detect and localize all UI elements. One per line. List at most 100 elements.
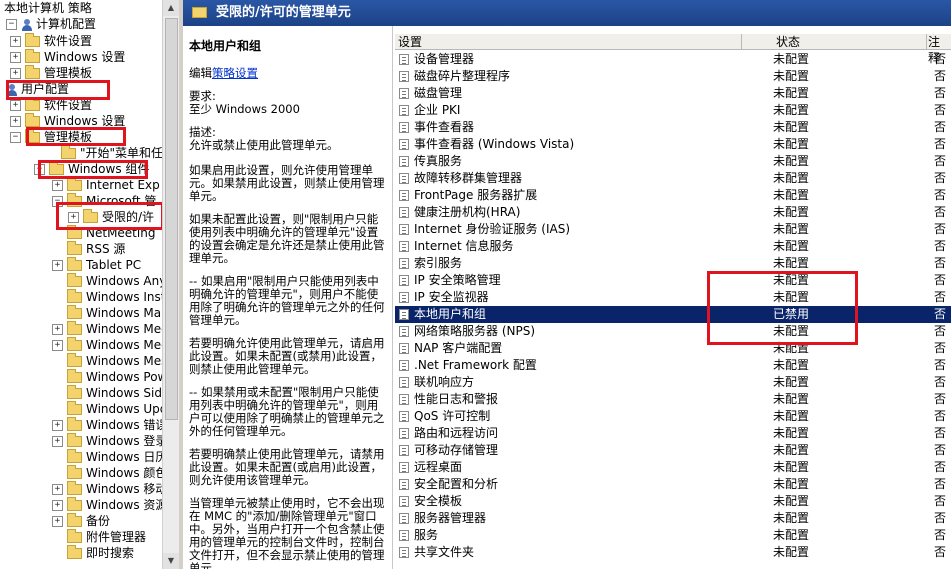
list-row[interactable]: 故障转移群集管理器 未配置 否: [395, 170, 951, 187]
expand-icon[interactable]: +: [10, 100, 21, 111]
row-setting-name: 故障转移群集管理器: [414, 171, 523, 185]
tree-root[interactable]: 本地计算机 策略: [4, 0, 92, 16]
list-row[interactable]: 路由和远程访问 未配置 否: [395, 425, 951, 442]
expand-icon[interactable]: +: [52, 420, 63, 431]
list-row[interactable]: IP 安全策略管理 未配置否: [395, 272, 951, 289]
tree-item[interactable]: 附件管理器: [52, 529, 146, 545]
expand-icon[interactable]: +: [10, 68, 21, 79]
column-header-setting[interactable]: 设置: [395, 34, 742, 50]
list-row[interactable]: 安全模板 未配置 否: [395, 493, 951, 510]
tree-item[interactable]: RSS 源: [52, 241, 125, 257]
collapse-icon[interactable]: −: [6, 19, 17, 30]
row-setting-name: IP 安全监视器: [414, 290, 489, 304]
policy-setting-icon: [399, 411, 409, 422]
expand-icon[interactable]: +: [52, 180, 63, 191]
tree-item[interactable]: Windows 颜色: [52, 465, 162, 481]
tree-item-windows-settings[interactable]: + Windows 设置: [10, 49, 125, 65]
expand-icon[interactable]: +: [10, 52, 21, 63]
list-row[interactable]: Internet 身份验证服务 (IAS) 未配置 否: [395, 221, 951, 238]
tree-item-label: Windows 资源: [86, 498, 162, 512]
tree-item[interactable]: Windows Powe: [52, 369, 162, 385]
tree-item[interactable]: + Windows 登录: [52, 433, 162, 449]
collapse-icon[interactable]: −: [10, 132, 21, 143]
tree-item[interactable]: + Tablet PC: [52, 257, 141, 273]
list-row[interactable]: 健康注册机构(HRA) 未配置 否: [395, 204, 951, 221]
tree-item[interactable]: Windows Inst: [52, 289, 162, 305]
tree-item[interactable]: + 备份: [52, 513, 110, 529]
column-header-state[interactable]: 状态: [742, 34, 927, 50]
list-row[interactable]: 网络策略服务器 (NPS) 未配置否: [395, 323, 951, 340]
list-row[interactable]: 服务器管理器 未配置 否: [395, 510, 951, 527]
tree-item-label: Windows 日历: [86, 450, 162, 464]
row-state: 未配置: [773, 494, 810, 508]
row-setting-name: 远程桌面: [414, 460, 463, 474]
tree-item-label: Windows 移动: [86, 482, 162, 496]
list-row[interactable]: 安全配置和分析 未配置 否: [395, 476, 951, 493]
list-row[interactable]: 可移动存储管理 未配置 否: [395, 442, 951, 459]
tree-item[interactable]: Windows Mess: [52, 353, 162, 369]
expand-icon[interactable]: +: [52, 500, 63, 511]
tree-item[interactable]: + Windows Medi: [52, 337, 162, 353]
list-row[interactable]: FrontPage 服务器扩展 未配置 否: [395, 187, 951, 204]
expand-icon[interactable]: +: [52, 340, 63, 351]
list-row[interactable]: 服务 未配置 否: [395, 527, 951, 544]
list-row[interactable]: 设备管理器 未配置 否: [395, 51, 951, 68]
list-row[interactable]: 性能日志和警报 未配置 否: [395, 391, 951, 408]
list-row[interactable]: .Net Framework 配置 未配置 否: [395, 357, 951, 374]
scroll-up-icon[interactable]: ▲: [163, 0, 179, 16]
list-row[interactable]: Internet 信息服务 未配置 否: [395, 238, 951, 255]
expand-icon[interactable]: +: [52, 436, 63, 447]
tree-item[interactable]: + Windows 移动: [52, 481, 162, 497]
row-comment: 否: [934, 341, 947, 355]
tree-item[interactable]: Windows Side: [52, 385, 162, 401]
list-row[interactable]: 传真服务 未配置 否: [395, 153, 951, 170]
tree-item-admin-templates[interactable]: + 管理模板: [10, 65, 92, 81]
list-row[interactable]: 事件查看器 未配置 否: [395, 119, 951, 136]
list-row[interactable]: 索引服务 未配置 否: [395, 255, 951, 272]
list-row[interactable]: 磁盘管理 未配置 否: [395, 85, 951, 102]
expand-icon[interactable]: +: [10, 36, 21, 47]
scroll-down-icon[interactable]: ▼: [163, 553, 179, 569]
tree-item-label: 备份: [86, 514, 111, 528]
list-row[interactable]: 共享文件夹 未配置 否: [395, 544, 951, 561]
tree-item[interactable]: + Windows Medi: [52, 321, 162, 337]
expand-icon[interactable]: +: [10, 116, 21, 127]
scroll-thumb[interactable]: [165, 18, 178, 420]
row-setting-name: 路由和远程访问: [414, 426, 499, 440]
list-row[interactable]: 联机响应方 未配置 否: [395, 374, 951, 391]
row-comment: 否: [934, 307, 947, 321]
tree-item[interactable]: + Windows 资源: [52, 497, 162, 513]
row-setting-name: 事件查看器 (Windows Vista): [414, 137, 575, 151]
list-row[interactable]: 企业 PKI 未配置 否: [395, 102, 951, 119]
tree-item[interactable]: 即时搜索: [52, 545, 134, 561]
edit-policy-link[interactable]: 策略设置: [212, 66, 258, 80]
expand-icon[interactable]: +: [52, 260, 63, 271]
list-row[interactable]: IP 安全监视器 未配置否: [395, 289, 951, 306]
list-row[interactable]: NAP 客户端配置 未配置否: [395, 340, 951, 357]
tree-item[interactable]: Windows Upda: [52, 401, 162, 417]
expand-icon[interactable]: +: [52, 324, 63, 335]
tree-scrollbar[interactable]: ▲ ▼: [162, 0, 179, 569]
list-row[interactable]: 磁盘碎片整理程序 未配置 否: [395, 68, 951, 85]
list-row[interactable]: 远程桌面 未配置 否: [395, 459, 951, 476]
tree-item[interactable]: Windows Anyt: [52, 273, 162, 289]
tree-item-label: Windows 颜色: [86, 466, 162, 480]
folder-icon: [67, 481, 82, 495]
row-comment: 否: [934, 171, 947, 185]
tree-item[interactable]: + Windows 错误: [52, 417, 162, 433]
tree-item-software-settings[interactable]: + 软件设置: [10, 33, 92, 49]
tree-item[interactable]: + Internet Exp: [52, 177, 160, 193]
tree-item[interactable]: Windows Mail: [52, 305, 162, 321]
expand-icon[interactable]: +: [52, 516, 63, 527]
annotation-box-user-config: [6, 80, 110, 100]
column-header-comment[interactable]: 注释: [927, 34, 951, 65]
list-row[interactable]: 本地用户和组 已禁用否: [395, 306, 951, 323]
policy-setting-icon: [399, 343, 409, 354]
tree-item[interactable]: Windows 日历: [52, 449, 162, 465]
list-row[interactable]: QoS 许可控制 未配置 否: [395, 408, 951, 425]
tree-item-computer-config[interactable]: − 计算机配置: [6, 16, 96, 32]
list-row[interactable]: 事件查看器 (Windows Vista) 未配置 否: [395, 136, 951, 153]
expand-icon[interactable]: +: [52, 484, 63, 495]
description-paragraph: 当管理单元被禁止使用时，它不会出现在 MMC 的"添加/删除管理单元"窗口中。另…: [189, 496, 385, 569]
tree-item[interactable]: "开始"菜单和任: [46, 145, 162, 161]
